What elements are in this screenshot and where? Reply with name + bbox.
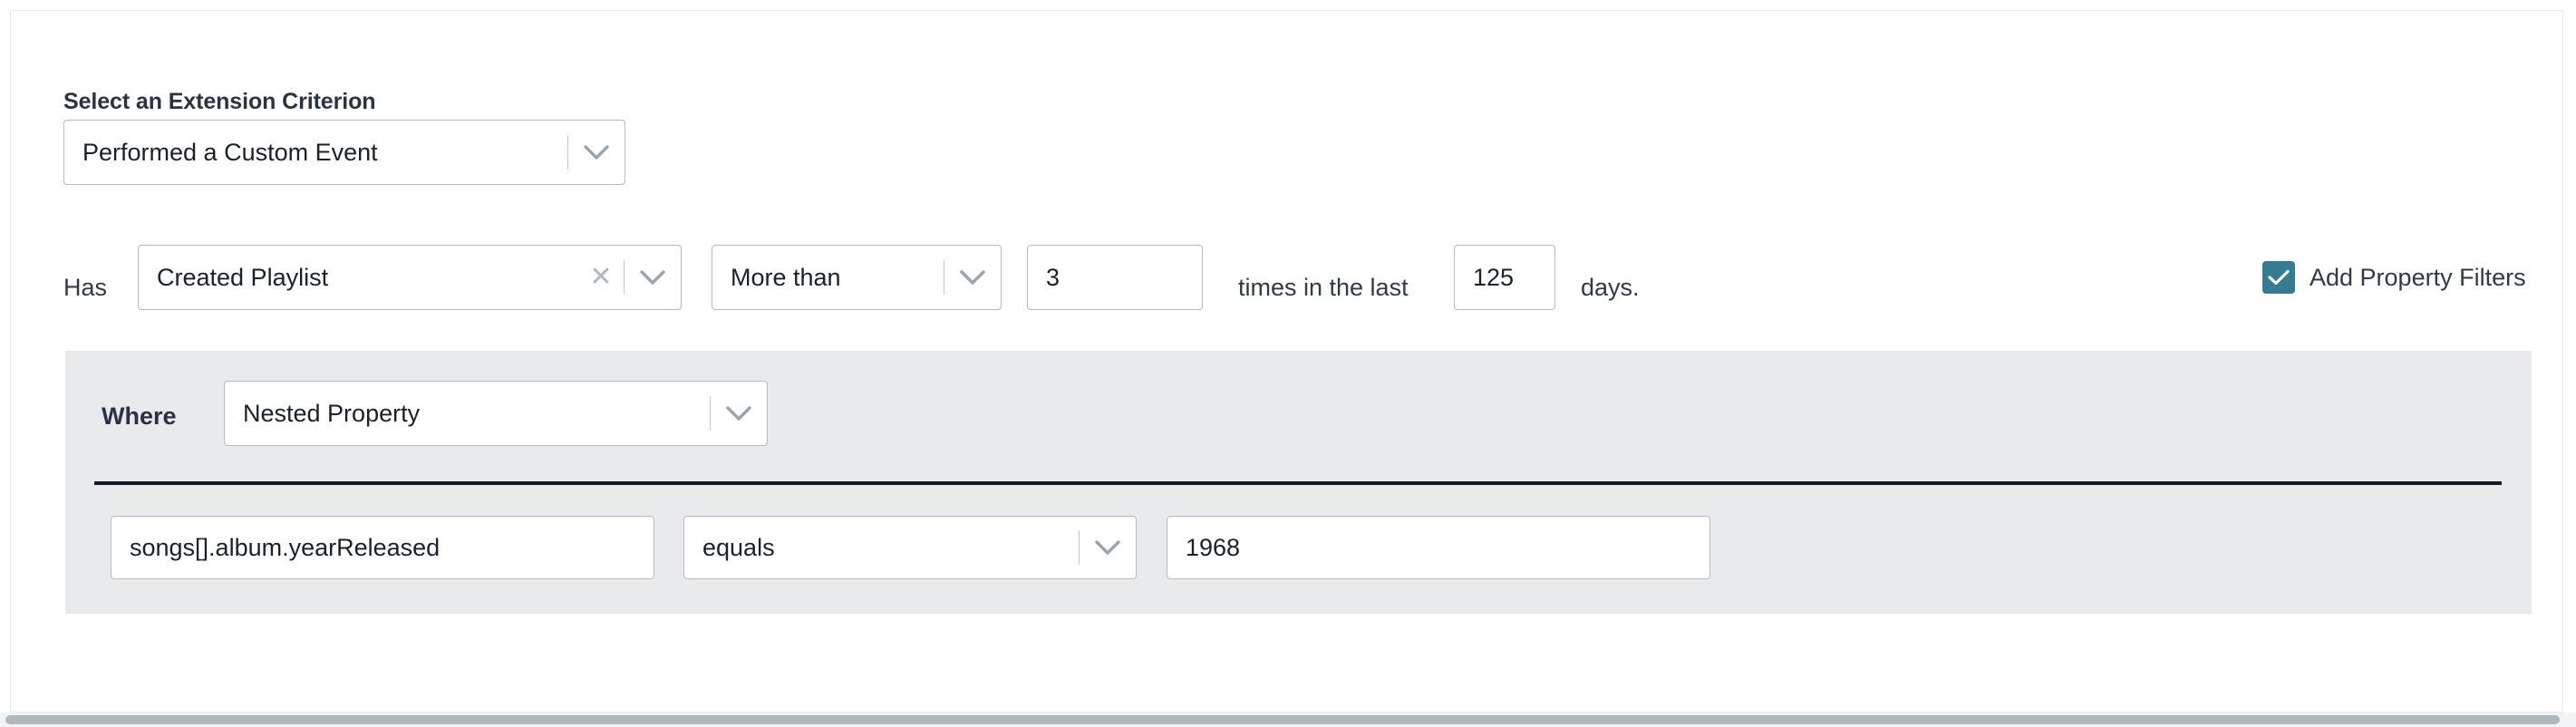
custom-event-value: Created Playlist (157, 263, 329, 291)
page-title: Select an Extension Criterion (63, 89, 376, 114)
nested-property-type-select[interactable]: Nested Property (224, 381, 768, 446)
custom-event-select[interactable]: Created Playlist ✕ (138, 245, 682, 310)
check-icon (2268, 269, 2290, 286)
close-icon[interactable]: ✕ (578, 246, 624, 309)
property-comparator-select[interactable]: equals (683, 516, 1137, 579)
chevron-down-icon[interactable] (568, 121, 625, 184)
has-label: Has (63, 274, 108, 301)
property-comparator-value: equals (702, 533, 775, 561)
add-property-filters-label: Add Property Filters (2310, 263, 2526, 291)
select-affix (1079, 517, 1136, 578)
chevron-down-icon[interactable] (711, 382, 767, 445)
chevron-down-icon[interactable] (1080, 517, 1136, 578)
select-affix (710, 382, 767, 445)
property-value-text: 1968 (1186, 533, 1241, 561)
extension-criterion-select[interactable]: Performed a Custom Event (63, 120, 625, 185)
screen-root: Select an Extension Criterion Performed … (0, 0, 2576, 727)
chevron-down-icon[interactable] (944, 246, 1001, 309)
add-property-filters-checkbox[interactable]: Add Property Filters (2262, 261, 2526, 294)
property-path-input[interactable]: songs[].album.yearReleased (111, 516, 654, 579)
select-affix (944, 246, 1001, 309)
where-label: Where (102, 402, 177, 430)
extension-criterion-value: Performed a Custom Event (82, 138, 378, 166)
chevron-down-icon[interactable] (625, 246, 681, 309)
event-count-input[interactable]: 3 (1027, 245, 1203, 310)
days-label: days. (1581, 274, 1640, 301)
select-affix: ✕ (578, 246, 681, 309)
select-affix (567, 121, 625, 184)
property-path-value: songs[].album.yearReleased (130, 533, 441, 561)
horizontal-scrollbar-thumb[interactable] (5, 715, 2560, 724)
comparison-operator-value: More than (731, 263, 841, 291)
comparison-operator-select[interactable]: More than (712, 245, 1002, 310)
property-value-input[interactable]: 1968 (1167, 516, 1710, 579)
nested-property-type-value: Nested Property (243, 399, 421, 427)
criterion-builder-card: Select an Extension Criterion Performed … (10, 10, 2563, 712)
event-count-value: 3 (1046, 263, 1060, 291)
times-in-the-last-label: times in the last (1238, 274, 1409, 301)
checkbox-box[interactable] (2262, 261, 2295, 294)
panel-divider (94, 481, 2502, 485)
days-input[interactable]: 125 (1454, 245, 1555, 310)
days-value: 125 (1473, 263, 1515, 291)
